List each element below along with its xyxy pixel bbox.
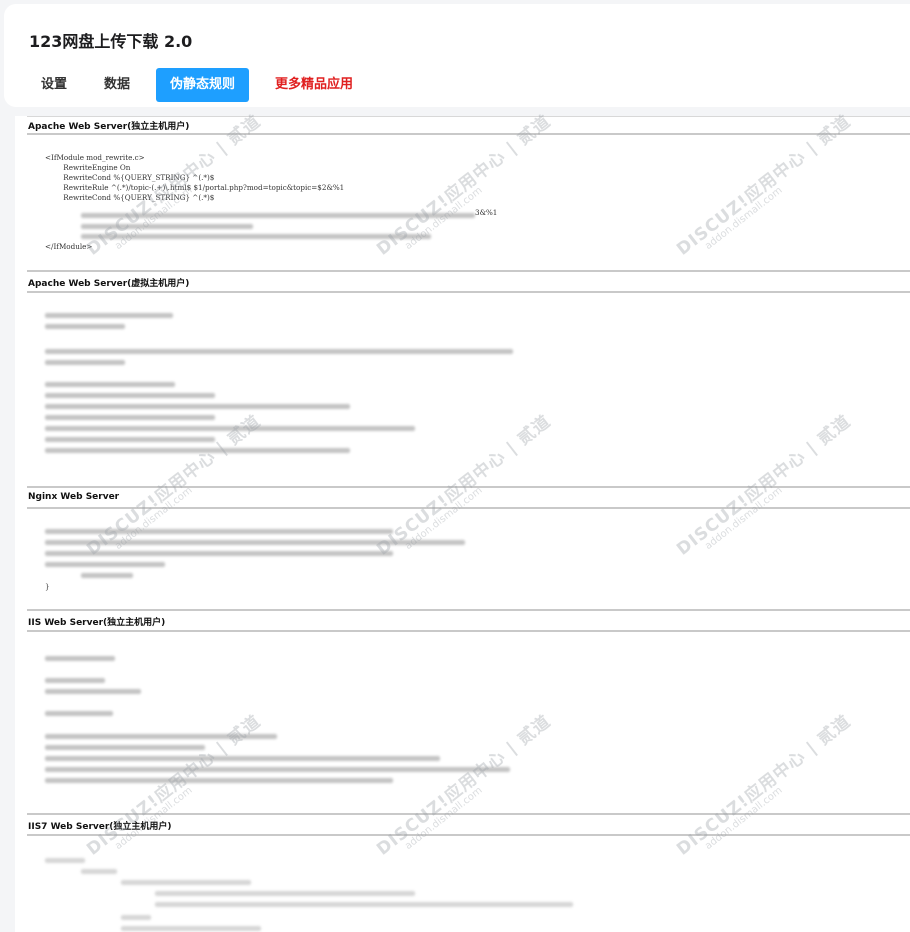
tab-data[interactable]: 数据 <box>92 68 142 102</box>
tab-settings[interactable]: 设置 <box>30 68 80 102</box>
tab-rewrite-rules[interactable]: 伪静态规则 <box>156 68 250 102</box>
section-divider <box>27 834 910 836</box>
section-title-apache-dedicated: Apache Web Server(独立主机用户) <box>28 122 190 132</box>
section-title-nginx: Nginx Web Server <box>28 492 120 502</box>
code-line: </IfModule> <box>45 242 93 251</box>
blurred-line <box>45 415 215 420</box>
blurred-line <box>45 529 393 534</box>
section-divider <box>27 630 910 632</box>
code-line: RewriteRule ^(.*)/topic-(.+)\.html$ $1/p… <box>45 183 345 192</box>
tab-more-apps[interactable]: 更多精品应用 <box>263 68 365 102</box>
blurred-line <box>45 426 415 431</box>
blurred-line <box>45 656 115 661</box>
page-title: 123网盘上传下载 2.0 <box>29 32 193 51</box>
blurred-line <box>45 756 440 761</box>
section-divider <box>27 116 910 117</box>
blurred-line <box>45 711 113 716</box>
blurred-line <box>81 224 253 229</box>
blurred-line <box>45 551 393 556</box>
section-divider <box>27 813 910 815</box>
blurred-line <box>45 734 277 739</box>
blurred-line <box>45 562 165 567</box>
blurred-line <box>45 689 141 694</box>
blurred-line <box>121 926 261 931</box>
code-line: RewriteEngine On <box>45 163 131 172</box>
section-title-iis7: IIS7 Web Server(独立主机用户) <box>28 822 172 832</box>
section-divider <box>27 609 910 611</box>
code-line: } <box>45 582 50 591</box>
code-line: RewriteCond %{QUERY_STRING} ^(.*)$ <box>45 193 215 202</box>
tab-bar: 设置 数据 伪静态规则 更多精品应用 <box>30 68 365 102</box>
section-divider <box>27 486 910 488</box>
header: 123网盘上传下载 2.0 设置 数据 伪静态规则 更多精品应用 <box>4 4 910 107</box>
blurred-line <box>81 573 133 578</box>
section-divider <box>27 507 910 509</box>
rules-content: Apache Web Server(独立主机用户) <IfModule mod_… <box>15 116 910 932</box>
blurred-line <box>45 678 105 683</box>
blurred-line <box>155 891 415 896</box>
blurred-line <box>81 213 475 218</box>
code-line: <IfModule mod_rewrite.c> <box>45 153 145 162</box>
blurred-line <box>45 382 175 387</box>
section-divider <box>27 291 910 293</box>
code-line: 3&%1 <box>475 208 498 217</box>
blurred-line <box>45 540 465 545</box>
blurred-line <box>121 880 251 885</box>
blurred-line <box>45 313 173 318</box>
blurred-line <box>45 858 85 863</box>
blurred-line <box>45 745 205 750</box>
blurred-line <box>45 404 350 409</box>
section-title-iis-dedicated: IIS Web Server(独立主机用户) <box>28 618 166 628</box>
blurred-line <box>45 324 125 329</box>
code-line: RewriteCond %{QUERY_STRING} ^(.*)$ <box>45 173 215 182</box>
blurred-line <box>45 767 510 772</box>
section-divider <box>27 270 910 272</box>
blurred-line <box>45 437 215 442</box>
section-divider <box>27 133 910 135</box>
blurred-line <box>45 448 350 453</box>
blurred-line <box>155 902 573 907</box>
blurred-line <box>45 349 513 354</box>
blurred-line <box>121 915 151 920</box>
blurred-line <box>81 234 431 239</box>
blurred-line <box>45 778 393 783</box>
blurred-line <box>45 360 125 365</box>
section-title-apache-virtual: Apache Web Server(虚拟主机用户) <box>28 279 190 289</box>
blurred-line <box>81 869 117 874</box>
blurred-line <box>45 393 215 398</box>
